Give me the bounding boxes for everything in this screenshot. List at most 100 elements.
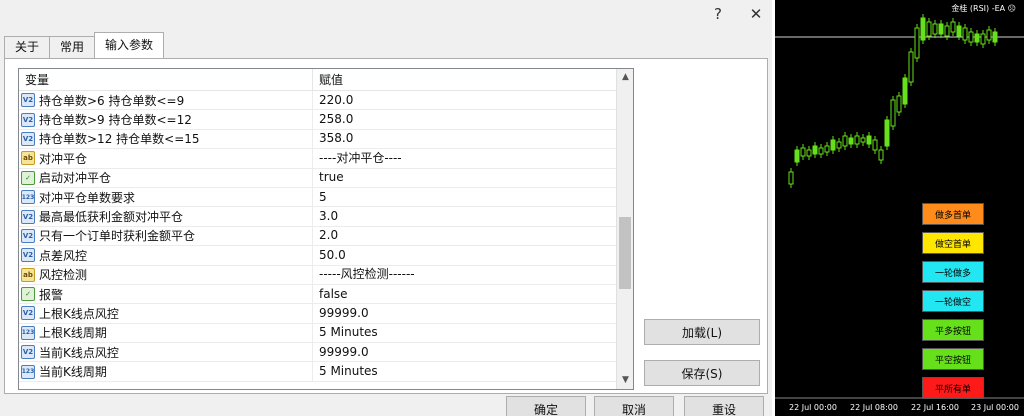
close-sell-button[interactable]: 平空按钮 <box>922 348 984 370</box>
candlestick-plot <box>775 14 1024 399</box>
buy-first-button[interactable]: 做多首单 <box>922 203 984 225</box>
boolean-value-icon: ✓ <box>21 287 35 302</box>
table-row[interactable]: 123 对冲平仓单数要求 5 <box>19 187 617 208</box>
price-chart[interactable]: 金桂 (RSI) -EA ☹ 做多首单 做空首单 一轮做多 一轮做空 平多按钮 平空按钮平… <box>775 0 1024 416</box>
load-button[interactable]: 加载(L) <box>644 319 760 345</box>
table-row[interactable]: ✓ 报警 false <box>19 284 617 305</box>
round-buy-button[interactable]: 一轮做多 <box>922 261 984 283</box>
time-axis-label: 22 Jul 00:00 <box>789 403 837 412</box>
cancel-button[interactable]: 取消 <box>594 396 674 416</box>
scrollbar-thumb[interactable] <box>619 217 631 289</box>
param-name: 持仓单数>6 持仓单数<=9 <box>39 93 185 108</box>
candle-body <box>866 135 872 145</box>
param-value[interactable]: 220.0 <box>313 91 617 110</box>
table-row[interactable]: ab 对冲平仓 ----对冲平仓---- <box>19 149 617 169</box>
save-button[interactable]: 保存(S) <box>644 360 760 386</box>
table-row[interactable]: 123 当前K线周期 5 Minutes <box>19 362 617 382</box>
param-value[interactable]: 5 <box>313 188 617 207</box>
candle-body <box>902 77 908 105</box>
candle-body <box>932 23 938 35</box>
param-value[interactable]: 50.0 <box>313 246 617 265</box>
param-value[interactable]: -----风控检测------ <box>313 265 617 284</box>
scroll-up-icon[interactable]: ▲ <box>617 69 633 86</box>
table-row[interactable]: V2 持仓单数>12 持仓单数<=15 358.0 <box>19 129 617 150</box>
param-name: 上根K线点风控 <box>39 306 119 321</box>
parameters-table: 变量 赋值 V2 持仓单数>6 持仓单数<=9 220.0 V2 持仓单数>9 持仓单数… <box>18 68 634 390</box>
ok-button[interactable]: 确定 <box>506 396 586 416</box>
candle-body <box>962 27 968 41</box>
candle-body <box>950 21 956 33</box>
param-name-cell: V2 持仓单数>9 持仓单数<=12 <box>19 110 313 129</box>
double-value-icon: V2 <box>21 248 35 263</box>
param-value[interactable]: 5 Minutes <box>313 323 617 342</box>
double-value-icon: V2 <box>21 209 35 224</box>
param-name-cell: V2 持仓单数>6 持仓单数<=9 <box>19 91 313 110</box>
param-name: 对冲平仓单数要求 <box>39 190 136 205</box>
round-sell-button[interactable]: 一轮做空 <box>922 290 984 312</box>
column-header-variable[interactable]: 变量 <box>19 69 313 90</box>
param-name-cell: 123 对冲平仓单数要求 <box>19 187 313 207</box>
param-value[interactable]: 258.0 <box>313 110 617 129</box>
table-row[interactable]: V2 当前K线点风控 99999.0 <box>19 343 617 363</box>
param-name: 持仓单数>9 持仓单数<=12 <box>39 113 192 128</box>
tab-inputs[interactable]: 输入参数 <box>94 32 165 58</box>
param-value[interactable]: 99999.0 <box>313 343 617 362</box>
scroll-down-icon[interactable]: ▼ <box>617 372 633 389</box>
tab-common[interactable]: 常用 <box>49 36 96 58</box>
param-name-cell: V2 上根K线点风控 <box>19 304 313 323</box>
candle-body <box>830 139 836 151</box>
param-name-cell: V2 只有一个订单时获利金额平仓 <box>19 226 313 246</box>
close-all-button[interactable]: 平所有单 <box>922 377 984 399</box>
table-row[interactable]: V2 只有一个订单时获利金额平仓 2.0 <box>19 226 617 247</box>
param-name: 只有一个订单时获利金额平仓 <box>39 229 196 244</box>
candle-body <box>890 99 896 127</box>
param-value[interactable]: 3.0 <box>313 207 617 226</box>
table-row[interactable]: ✓ 启动对冲平仓 true <box>19 168 617 188</box>
help-icon[interactable]: ? <box>710 5 726 23</box>
time-axis-label: 23 Jul 00:00 <box>971 403 1019 412</box>
integer-value-icon: 123 <box>21 325 35 340</box>
candle-body <box>806 149 812 157</box>
candle-body <box>854 135 860 145</box>
candle-body <box>920 17 926 41</box>
table-row[interactable]: V2 持仓单数>6 持仓单数<=9 220.0 <box>19 91 617 111</box>
param-value[interactable]: false <box>313 285 617 304</box>
reset-button[interactable]: 重设 <box>684 396 764 416</box>
table-rows: V2 持仓单数>6 持仓单数<=9 220.0 V2 持仓单数>9 持仓单数<=12 25… <box>19 91 617 382</box>
string-value-icon: ab <box>21 151 35 166</box>
candle-body <box>980 33 986 45</box>
vertical-scrollbar[interactable]: ▲ ▼ <box>616 69 633 389</box>
double-value-icon: V2 <box>21 131 35 146</box>
table-row[interactable]: V2 最高最低获利金额对冲平仓 3.0 <box>19 207 617 227</box>
string-value-icon: ab <box>21 267 35 282</box>
param-value[interactable]: 99999.0 <box>313 304 617 323</box>
close-buy-button[interactable]: 平多按钮 <box>922 319 984 341</box>
candle-body <box>956 25 962 37</box>
candle-body <box>914 27 920 59</box>
candle-body <box>812 145 818 155</box>
param-name-cell: ab 对冲平仓 <box>19 149 313 168</box>
param-value[interactable]: 5 Minutes <box>313 362 617 381</box>
table-header: 变量 赋值 <box>19 69 633 91</box>
candle-body <box>884 119 890 147</box>
table-row[interactable]: V2 上根K线点风控 99999.0 <box>19 304 617 324</box>
table-row[interactable]: ab 风控检测 -----风控检测------ <box>19 265 617 285</box>
close-icon[interactable]: ✕ <box>748 5 764 23</box>
tab-about[interactable]: 关于 <box>4 36 51 58</box>
param-name: 当前K线周期 <box>39 365 107 380</box>
candle-body <box>974 33 980 43</box>
param-value[interactable]: true <box>313 168 617 187</box>
param-value[interactable]: 2.0 <box>313 226 617 245</box>
candle-body <box>878 149 884 161</box>
sell-first-button[interactable]: 做空首单 <box>922 232 984 254</box>
column-header-value[interactable]: 赋值 <box>313 69 633 90</box>
candle-body <box>896 95 902 113</box>
table-row[interactable]: V2 点差风控 50.0 <box>19 246 617 266</box>
param-value[interactable]: ----对冲平仓---- <box>313 149 617 168</box>
param-name: 报警 <box>39 287 64 302</box>
tab-strip: 关于 常用 输入参数 <box>4 32 165 58</box>
table-row[interactable]: V2 持仓单数>9 持仓单数<=12 258.0 <box>19 110 617 130</box>
candle-body <box>938 23 944 35</box>
table-row[interactable]: 123 上根K线周期 5 Minutes <box>19 323 617 344</box>
param-value[interactable]: 358.0 <box>313 129 617 148</box>
